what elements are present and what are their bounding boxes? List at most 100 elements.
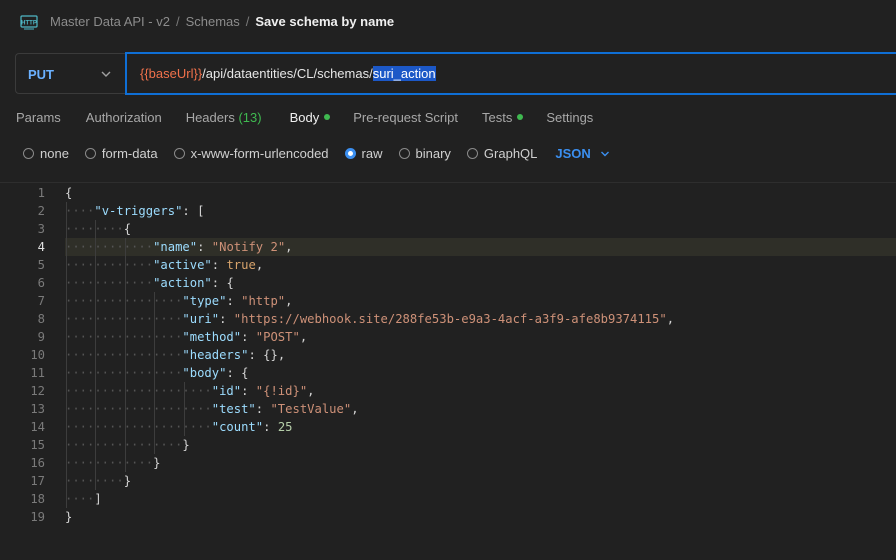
tab-settings[interactable]: Settings xyxy=(546,110,593,125)
breadcrumb-bar: HTTP Master Data API - v2 / Schemas / Sa… xyxy=(0,0,896,44)
language-select[interactable]: JSON xyxy=(555,146,609,161)
radio-raw[interactable]: raw xyxy=(344,146,383,161)
code-text: ········} xyxy=(65,474,132,488)
line-number: 14 xyxy=(30,420,45,434)
url-text: {{baseUrl}}/api/dataentities/CL/schemas/… xyxy=(140,66,436,81)
line-number: 12 xyxy=(30,384,45,398)
indent-guide xyxy=(66,202,67,508)
line-number: 3 xyxy=(37,222,45,236)
tab-authorization[interactable]: Authorization xyxy=(86,110,162,125)
indent-guide xyxy=(183,382,185,436)
radio-form-data[interactable]: form-data xyxy=(84,146,158,161)
request-title[interactable]: Save schema by name xyxy=(255,14,394,29)
indent-guide xyxy=(154,292,156,454)
code-text: ················"type": "http", xyxy=(65,294,293,308)
radio-circle xyxy=(466,148,478,159)
code-text: ····················"id": "{!id}", xyxy=(65,384,315,398)
radio-circle xyxy=(173,148,185,159)
code-text: ····] xyxy=(65,492,102,506)
code-text: ················"method": "POST", xyxy=(65,330,308,344)
breadcrumb-folder[interactable]: Schemas xyxy=(186,14,240,29)
code-line: 14 ····················"count": 25 xyxy=(0,418,896,436)
breadcrumb-separator: / xyxy=(245,14,250,29)
line-number: 7 xyxy=(37,294,45,308)
chevron-down-icon xyxy=(101,71,111,77)
body-mode-selector: none form-data x-www-form-urlencoded raw… xyxy=(23,146,610,161)
method-label: PUT xyxy=(28,67,54,82)
code-text: { xyxy=(65,186,73,200)
code-line: 5 ············"active": true, xyxy=(0,256,896,274)
http-request-icon: HTTP xyxy=(20,15,38,30)
line-number: 4 xyxy=(37,240,45,254)
line-number: 16 xyxy=(30,456,45,470)
line-number: 11 xyxy=(30,366,45,380)
tab-headers[interactable]: Headers (13) xyxy=(186,110,262,125)
breadcrumb-separator: / xyxy=(175,14,180,29)
code-line: 12 ····················"id": "{!id}", xyxy=(0,382,896,400)
radio-binary[interactable]: binary xyxy=(398,146,451,161)
code-line: 2 ····"v-triggers": [ xyxy=(0,202,896,220)
radio-circle-selected xyxy=(344,148,356,159)
request-tabs: Params Authorization Headers (13) Body P… xyxy=(16,110,593,125)
code-line: 6 ············"action": { xyxy=(0,274,896,292)
code-line: 3 ········{ xyxy=(0,220,896,238)
code-line: 18 ····] xyxy=(0,490,896,508)
code-line: 13 ····················"test": "TestValue… xyxy=(0,400,896,418)
code-line: 17 ········} xyxy=(0,472,896,490)
code-line: 1{ xyxy=(0,184,896,202)
svg-text:HTTP: HTTP xyxy=(21,21,37,27)
radio-circle xyxy=(23,148,34,159)
code-line: 7 ················"type": "http", xyxy=(0,292,896,310)
url-selected-text: suri_action xyxy=(372,66,436,81)
breadcrumb: Master Data API - v2 / Schemas / Save sc… xyxy=(50,14,394,29)
code-editor[interactable]: 1{2 ····"v-triggers": [3 ········{4 ·······… xyxy=(0,182,896,560)
status-dot xyxy=(517,114,524,120)
tab-pre-request-script[interactable]: Pre-request Script xyxy=(353,110,458,125)
code-text: ················"body": { xyxy=(65,366,249,380)
code-line: 19} xyxy=(0,508,896,526)
line-number: 19 xyxy=(30,510,45,524)
radio-circle xyxy=(398,148,410,159)
line-number: 1 xyxy=(37,186,45,200)
headers-count: (13) xyxy=(238,110,262,125)
code-line: 8 ················"uri": "https://webhook… xyxy=(0,310,896,328)
indent-guide xyxy=(124,238,126,472)
code-text: ····"v-triggers": [ xyxy=(65,204,205,218)
code-line: 16 ············} xyxy=(0,454,896,472)
radio-graphql[interactable]: GraphQL xyxy=(466,146,537,161)
code-text: } xyxy=(65,510,73,524)
code-line: 10 ················"headers": {}, xyxy=(0,346,896,364)
method-select[interactable]: PUT xyxy=(15,53,125,94)
status-dot xyxy=(324,114,331,120)
line-number: 9 xyxy=(37,330,45,344)
line-number: 8 xyxy=(37,312,45,326)
url-variable: {{baseUrl}} xyxy=(140,66,203,81)
indent-guide xyxy=(95,220,97,490)
url-path: /api/dataentities/CL/schemas/ xyxy=(202,66,373,81)
code-text: ················} xyxy=(65,438,190,452)
url-input[interactable]: {{baseUrl}}/api/dataentities/CL/schemas/… xyxy=(125,52,896,95)
code-text: ················"headers": {}, xyxy=(65,348,286,362)
code-text: ············} xyxy=(65,456,161,470)
code-text: ····················"test": "TestValue", xyxy=(65,402,359,416)
tab-params[interactable]: Params xyxy=(16,110,61,125)
line-number: 5 xyxy=(37,258,45,272)
radio-circle xyxy=(84,148,96,159)
tab-tests[interactable]: Tests xyxy=(482,110,524,125)
code-text: ····················"count": 25 xyxy=(65,420,293,434)
line-number: 2 xyxy=(37,204,45,218)
code-line: 15 ················} xyxy=(0,436,896,454)
radio-x-www-form-urlencoded[interactable]: x-www-form-urlencoded xyxy=(173,146,329,161)
code-line: 4 ············"name": "Notify 2", xyxy=(0,238,896,256)
line-number: 15 xyxy=(30,438,45,452)
tab-body[interactable]: Body xyxy=(290,110,331,125)
chevron-down-icon xyxy=(600,151,609,156)
radio-none[interactable]: none xyxy=(23,146,69,161)
code-text: ········{ xyxy=(65,222,132,236)
code-text: ················"uri": "https://webhook.… xyxy=(65,312,675,326)
line-number: 17 xyxy=(30,474,45,488)
code-text: ············"name": "Notify 2", xyxy=(65,240,293,254)
code-line: 9 ················"method": "POST", xyxy=(0,328,896,346)
code-text: ············"action": { xyxy=(65,276,234,290)
breadcrumb-collection[interactable]: Master Data API - v2 xyxy=(50,14,170,29)
